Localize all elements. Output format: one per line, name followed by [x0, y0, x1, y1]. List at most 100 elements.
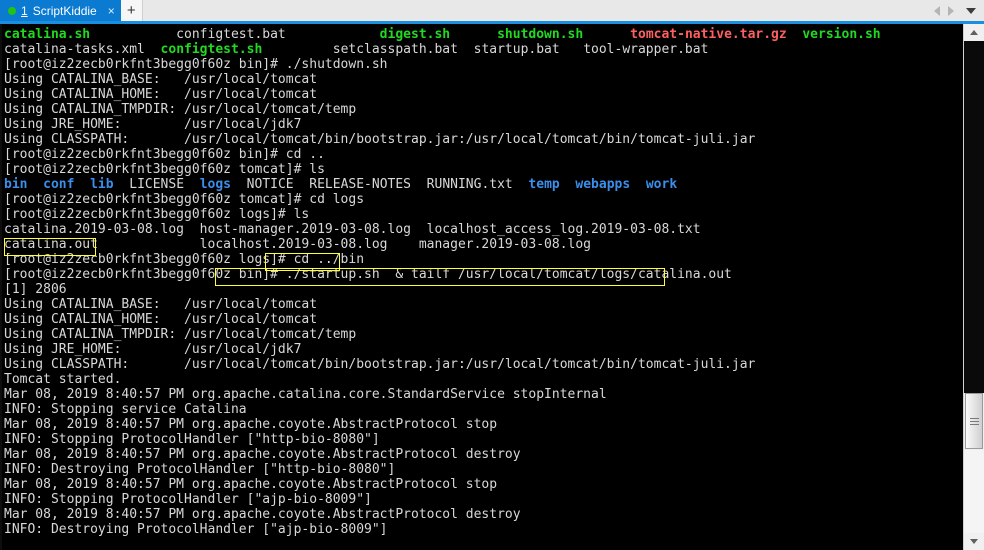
terminal-span: NOTICE RELEASE-NOTES RUNNING.txt: [231, 177, 529, 192]
terminal-line: Using CATALINA_BASE: /usr/local/tomcat: [4, 297, 881, 312]
scroll-tabs-left-icon[interactable]: [934, 5, 940, 16]
terminal-line: INFO: Stopping service Catalina: [4, 402, 881, 417]
terminal-line: Using CATALINA_HOME: /usr/local/tomcat: [4, 312, 881, 327]
terminal-span: configtest.sh: [160, 42, 263, 57]
terminal-span: work: [645, 177, 678, 192]
terminal-text: catalina.sh configtest.bat digest.sh shu…: [4, 27, 881, 537]
terminal-span: Mar 08, 2019 8:40:57 PM org.apache.coyot…: [4, 477, 498, 492]
tab-scriptkiddie[interactable]: 1 ScriptKiddie ×: [0, 0, 121, 21]
terminal-span: [560, 177, 576, 192]
terminal-span: digest.sh: [285, 27, 451, 42]
terminal-span: logs: [199, 177, 231, 192]
scroll-tabs-right-icon[interactable]: [948, 5, 954, 16]
terminal-span: [root@iz2zecb0rkfnt3begg0f60z logs]# cd …: [4, 252, 365, 267]
terminal-line: catalina.sh configtest.bat digest.sh shu…: [4, 27, 881, 42]
terminal-span: [root@iz2zecb0rkfnt3begg0f60z bin]# ./sh…: [4, 57, 388, 72]
tab-bar: 1 ScriptKiddie × +: [0, 0, 984, 21]
terminal-span: catalina-tasks.xml: [4, 42, 161, 57]
terminal-span: [1] 2806: [4, 282, 67, 297]
terminal-line: INFO: Destroying ProtocolHandler ["ajp-b…: [4, 522, 881, 537]
terminal-span: [27, 177, 43, 192]
terminal-span: Mar 08, 2019 8:40:57 PM org.apache.coyot…: [4, 417, 498, 432]
terminal-span: bin: [4, 177, 28, 192]
new-tab-button[interactable]: +: [120, 0, 143, 21]
terminal-line: Using JRE_HOME: /usr/local/jdk7: [4, 117, 881, 132]
terminal-span: INFO: Destroying ProtocolHandler ["ajp-b…: [4, 522, 388, 537]
terminal-line: Using CLASSPATH: /usr/local/tomcat/bin/b…: [4, 132, 881, 147]
terminal-span: Using CATALINA_HOME: /usr/local/tomcat: [4, 312, 318, 327]
terminal-span: [74, 177, 90, 192]
terminal-span: setclasspath.bat startup.bat tool-wrappe…: [262, 42, 709, 57]
scroll-up-button[interactable]: [964, 24, 984, 41]
terminal-span: Using CATALINA_HOME: /usr/local/tomcat: [4, 87, 318, 102]
terminal-span: [630, 177, 646, 192]
terminal-span: [root@iz2zecb0rkfnt3begg0f60z tomcat]# c…: [4, 192, 365, 207]
terminal-window: 1 ScriptKiddie × + catalina.sh configtes…: [0, 0, 984, 550]
terminal-span: Using CATALINA_BASE: /usr/local/tomcat: [4, 72, 318, 87]
close-icon[interactable]: ×: [108, 5, 115, 17]
tab-number: 1: [21, 3, 28, 18]
terminal-span: Using JRE_HOME: /usr/local/jdk7: [4, 342, 302, 357]
terminal-line: Mar 08, 2019 8:40:57 PM org.apache.coyot…: [4, 447, 881, 462]
terminal-span: INFO: Stopping ProtocolHandler ["ajp-bio…: [4, 492, 372, 507]
terminal-span: Tomcat started.: [4, 372, 122, 387]
terminal-span: Using CATALINA_TMPDIR: /usr/local/tomcat…: [4, 102, 357, 117]
terminal-scrollbar[interactable]: [963, 24, 984, 550]
terminal-span: [root@iz2zecb0rkfnt3begg0f60z logs]# ls: [4, 207, 310, 222]
terminal-line: [root@iz2zecb0rkfnt3begg0f60z tomcat]# c…: [4, 192, 881, 207]
terminal-span: catalina.sh: [4, 27, 91, 42]
terminal-span: tomcat-native.tar.gz: [583, 27, 787, 42]
terminal-line: INFO: Destroying ProtocolHandler ["http-…: [4, 462, 881, 477]
tab-title: ScriptKiddie: [32, 3, 97, 18]
terminal-line: Using CATALINA_HOME: /usr/local/tomcat: [4, 87, 881, 102]
terminal-line: INFO: Stopping ProtocolHandler ["ajp-bio…: [4, 492, 881, 507]
scrollbar-track-lower[interactable]: [964, 450, 984, 533]
chevron-down-icon: [970, 539, 978, 544]
terminal-line: Using CATALINA_TMPDIR: /usr/local/tomcat…: [4, 102, 881, 117]
terminal-line: [root@iz2zecb0rkfnt3begg0f60z bin]# ./sh…: [4, 57, 881, 72]
terminal-span: temp: [528, 177, 560, 192]
terminal-span: Using CLASSPATH: /usr/local/tomcat/bin/b…: [4, 357, 756, 372]
terminal-span: [root@iz2zecb0rkfnt3begg0f60z bin]# cd .…: [4, 147, 325, 162]
scrollbar-thumb[interactable]: [965, 393, 983, 449]
terminal-line: [root@iz2zecb0rkfnt3begg0f60z tomcat]# l…: [4, 162, 881, 177]
terminal-span: Using CATALINA_BASE: /usr/local/tomcat: [4, 297, 318, 312]
terminal-span: LICENSE: [113, 177, 200, 192]
scroll-down-button[interactable]: [964, 533, 984, 550]
terminal-line: Mar 08, 2019 8:40:57 PM org.apache.coyot…: [4, 477, 881, 492]
tab-bar-filler: [142, 0, 934, 21]
terminal-line: [root@iz2zecb0rkfnt3begg0f60z logs]# cd …: [4, 252, 881, 267]
terminal-line: Mar 08, 2019 8:40:57 PM org.apache.catal…: [4, 387, 881, 402]
terminal-screen[interactable]: catalina.sh configtest.bat digest.sh shu…: [0, 24, 963, 550]
terminal-span: [root@iz2zecb0rkfnt3begg0f60z bin]# ./st…: [4, 267, 732, 282]
terminal-line: [root@iz2zecb0rkfnt3begg0f60z bin]# cd .…: [4, 147, 881, 162]
terminal-span: INFO: Stopping service Catalina: [4, 402, 247, 417]
terminal-line: catalina.out localhost.2019-03-08.log ma…: [4, 237, 881, 252]
terminal-line: bin conf lib LICENSE logs NOTICE RELEASE…: [4, 177, 881, 192]
terminal-span: version.sh: [786, 27, 881, 42]
terminal-span: INFO: Stopping ProtocolHandler ["http-bi…: [4, 432, 380, 447]
terminal-span: [root@iz2zecb0rkfnt3begg0f60z tomcat]# l…: [4, 162, 325, 177]
terminal-span: lib: [90, 177, 114, 192]
terminal-line: Using CATALINA_TMPDIR: /usr/local/tomcat…: [4, 327, 881, 342]
tab-list-chevron-down-icon[interactable]: [966, 7, 976, 14]
terminal-line: Tomcat started.: [4, 372, 881, 387]
scrollbar-track-upper[interactable]: [964, 41, 984, 393]
chevron-up-icon: [970, 30, 978, 35]
terminal-span: Mar 08, 2019 8:40:57 PM org.apache.coyot…: [4, 447, 521, 462]
grip-icon: [969, 416, 979, 427]
terminal-span: INFO: Destroying ProtocolHandler ["http-…: [4, 462, 396, 477]
terminal-line: Mar 08, 2019 8:40:57 PM org.apache.coyot…: [4, 507, 881, 522]
terminal-line: catalina.2019-03-08.log host-manager.201…: [4, 222, 881, 237]
terminal-span: Using JRE_HOME: /usr/local/jdk7: [4, 117, 302, 132]
terminal-span: Mar 08, 2019 8:40:57 PM org.apache.coyot…: [4, 507, 521, 522]
terminal-line: [root@iz2zecb0rkfnt3begg0f60z bin]# ./st…: [4, 267, 881, 282]
terminal-span: Using CLASSPATH: /usr/local/tomcat/bin/b…: [4, 132, 756, 147]
tab-bar-controls: [934, 0, 984, 21]
terminal-line: Using CLASSPATH: /usr/local/tomcat/bin/b…: [4, 357, 881, 372]
terminal-span: shutdown.sh: [450, 27, 584, 42]
terminal-span: catalina.out localhost.2019-03-08.log ma…: [4, 237, 591, 252]
terminal-span: conf: [43, 177, 75, 192]
terminal-line: INFO: Stopping ProtocolHandler ["http-bi…: [4, 432, 881, 447]
terminal-span: configtest.bat: [90, 27, 286, 42]
